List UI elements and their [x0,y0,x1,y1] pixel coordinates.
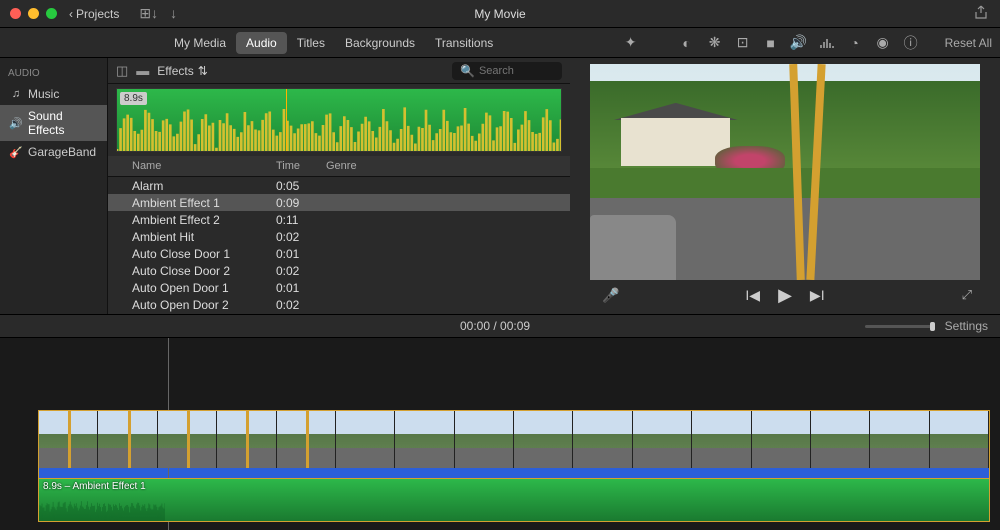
projects-label: Projects [76,7,119,21]
import-media-button[interactable]: ⊞↓ [139,5,158,22]
waveform-peaks [117,89,561,152]
stabilize-icon[interactable]: ■ [763,35,779,51]
video-thumb[interactable] [930,411,989,468]
titlebar: ‹ Projects ⊞↓ ↓ My Movie [0,0,1000,28]
close-window-button[interactable] [10,8,21,19]
video-thumb[interactable] [217,411,276,468]
crop-icon[interactable]: ⊡ [735,35,751,51]
chevron-updown-icon: ⇅ [198,64,208,78]
equalizer-icon[interactable] [819,35,835,51]
fullscreen-icon[interactable]: ⤢ [962,287,972,303]
sidebar-item-label: Sound Effects [28,109,97,137]
play-button[interactable]: ▶ [778,285,792,306]
col-name-header[interactable]: Name [108,156,268,176]
table-row[interactable]: Auto Open Door 20:02 [108,296,570,313]
sidebar-item-label: GarageBand [28,145,96,159]
video-thumb[interactable] [692,411,751,468]
audio-sidebar: Audio ♫ Music 🔊 Sound Effects 🎸 GarageBand [0,58,108,314]
audio-waveform [39,496,165,521]
timeline[interactable]: 8.9s – Ambient Effect 1 [0,338,1000,530]
fullscreen-window-button[interactable] [46,8,57,19]
sidebar-header: Audio [0,64,107,83]
video-thumb[interactable] [870,411,929,468]
share-button[interactable] [974,5,988,22]
viewer-panel: 🎤 I◀ ▶ ▶I ⤢ [570,58,1000,314]
tab-my-media[interactable]: My Media [164,32,236,54]
next-frame-button[interactable]: ▶I [810,287,825,304]
sidebar-icon: 🎸 [10,146,22,158]
effects-browser: ◫ ▬ Effects ⇅ 🔍 8.9s Name Time Genre Al [108,58,570,314]
video-thumb[interactable] [811,411,870,468]
media-tabs: My MediaAudioTitlesBackgroundsTransition… [164,32,503,54]
video-thumb[interactable] [633,411,692,468]
sidebar-toggle-icon[interactable]: ◫ [116,63,128,79]
video-thumb[interactable] [39,411,98,468]
info-icon[interactable]: ⓘ [903,35,919,51]
sidebar-item-music[interactable]: ♫ Music [0,83,107,105]
preview-playhead[interactable] [286,89,287,151]
reset-all-button[interactable]: Reset All [945,36,992,50]
sidebar-icon: 🔊 [10,117,22,129]
projects-back-button[interactable]: ‹ Projects [69,7,119,21]
search-icon: 🔍 [460,64,475,78]
video-thumb[interactable] [158,411,217,468]
window-controls [0,8,57,19]
filters-icon[interactable]: ◉ [875,35,891,51]
video-thumb[interactable] [277,411,336,468]
video-thumb[interactable] [752,411,811,468]
audio-clip-label: 8.9s – Ambient Effect 1 [43,481,146,492]
video-thumb[interactable] [455,411,514,468]
tab-audio[interactable]: Audio [236,32,287,54]
search-box[interactable]: 🔍 [452,62,562,80]
folder-icon: ▬ [136,63,149,78]
search-input[interactable] [479,65,559,77]
project-title: My Movie [474,7,525,21]
sidebar-item-garageband[interactable]: 🎸 GarageBand [0,141,107,163]
color-balance-icon[interactable]: ◐ [679,35,695,51]
sidebar-item-label: Music [28,87,59,101]
col-time-header[interactable]: Time [268,156,318,176]
video-thumb[interactable] [98,411,157,468]
zoom-slider[interactable] [865,325,935,328]
tab-backgrounds[interactable]: Backgrounds [335,32,425,54]
video-thumb[interactable] [336,411,395,468]
download-arrow-icon[interactable]: ↓ [170,5,177,22]
breadcrumb-label: Effects [157,64,193,78]
waveform-preview[interactable]: 8.9s [116,88,562,152]
sidebar-item-sound-effects[interactable]: 🔊 Sound Effects [0,105,107,141]
video-thumb[interactable] [514,411,573,468]
time-display: 00:00 / 00:09 [460,319,530,333]
tab-titles[interactable]: Titles [287,32,335,54]
audio-clip[interactable]: 8.9s – Ambient Effect 1 [38,478,990,522]
microphone-icon[interactable]: 🎤 [602,287,619,304]
video-thumb[interactable] [573,411,632,468]
preview-duration-badge: 8.9s [120,92,147,105]
color-wheel-icon[interactable]: ❋ [707,35,723,51]
video-audio-bar[interactable] [38,468,990,478]
settings-button[interactable]: Settings [945,319,988,333]
tab-transitions[interactable]: Transitions [425,32,503,54]
speed-icon[interactable]: ◔ [847,35,863,51]
minimize-window-button[interactable] [28,8,39,19]
row-name: Auto Open Door 2 [108,294,268,315]
time-bar: 00:00 / 00:09 Settings [0,314,1000,338]
chevron-left-icon: ‹ [69,7,73,21]
video-thumb[interactable] [395,411,454,468]
media-toolbar: My MediaAudioTitlesBackgroundsTransition… [0,28,1000,58]
sidebar-icon: ♫ [10,88,22,100]
breadcrumb[interactable]: Effects ⇅ [157,64,208,78]
row-time: 0:02 [268,294,318,315]
volume-icon[interactable]: 🔊 [791,35,807,51]
time-total: 00:09 [500,319,530,333]
col-genre-header[interactable]: Genre [318,156,570,176]
video-viewer[interactable] [590,64,980,280]
video-track[interactable] [38,410,990,468]
effects-table: Name Time Genre Alarm0:05Ambient Effect … [108,156,570,314]
prev-frame-button[interactable]: I◀ [745,287,760,304]
time-current: 00:00 [460,319,490,333]
enhance-wand-icon[interactable]: ✦ [623,35,639,51]
